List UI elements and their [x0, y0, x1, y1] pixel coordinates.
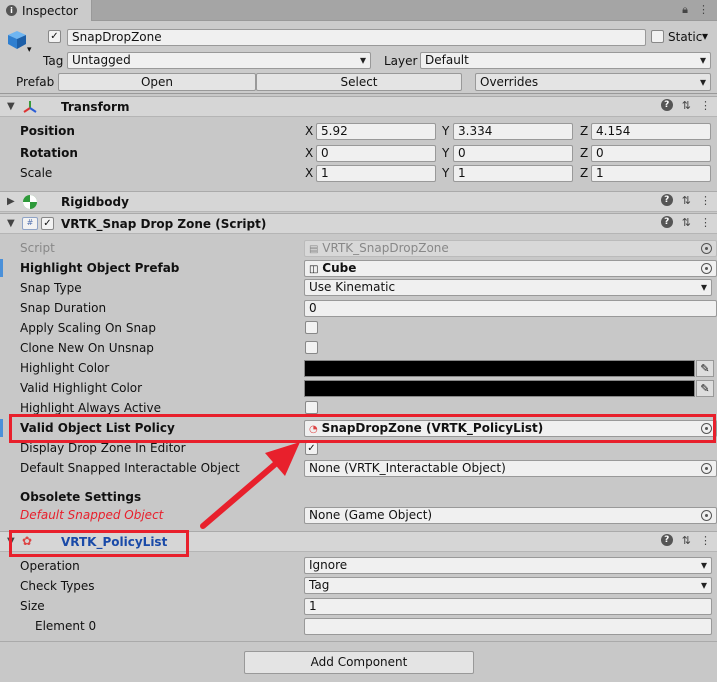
annotation-arrow — [200, 442, 300, 529]
